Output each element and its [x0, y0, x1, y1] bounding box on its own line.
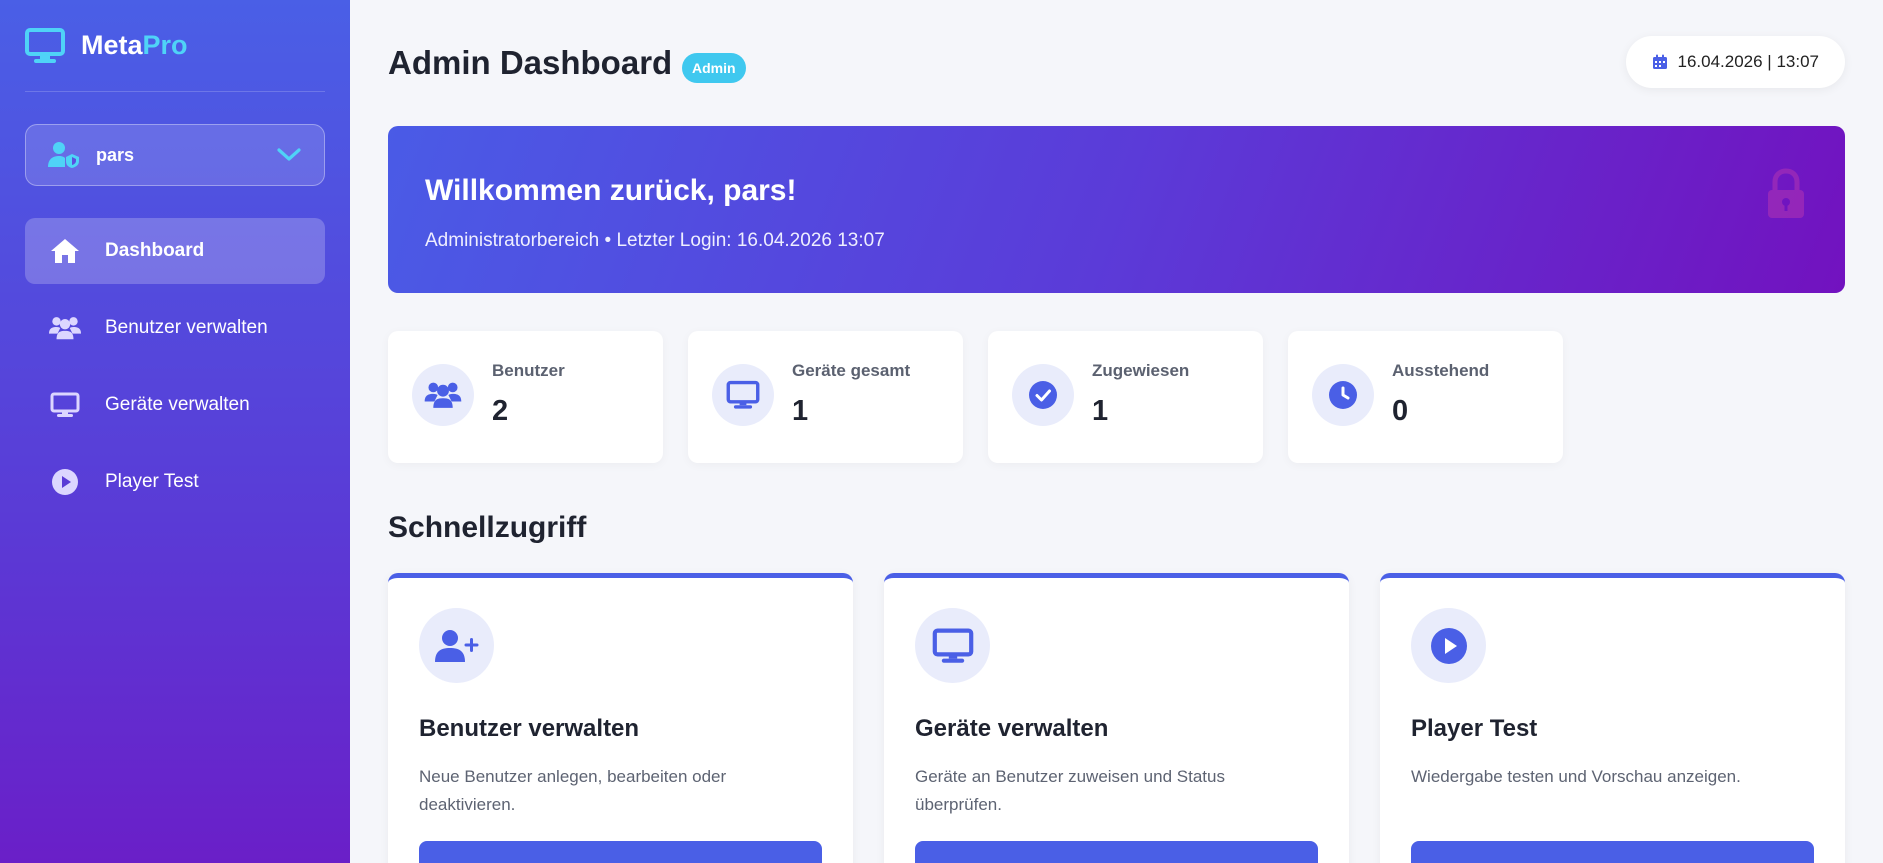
- datetime-display: 16.04.2026 | 13:07: [1625, 36, 1845, 88]
- quick-card-desc: Geräte an Benutzer zuweisen und Status ü…: [915, 767, 1225, 814]
- quick-card-button[interactable]: [419, 841, 822, 863]
- datetime-text: 16.04.2026 | 13:07: [1677, 52, 1820, 71]
- sidebar-item-label: Dashboard: [105, 240, 205, 261]
- sidebar-item-users[interactable]: Benutzer verwalten: [25, 295, 325, 361]
- stat-value: 1: [792, 395, 809, 427]
- user-shield-icon: [48, 142, 79, 168]
- quick-card-button[interactable]: [1411, 841, 1814, 863]
- sidebar: Meta Pro pars Dashboard Benutzer verwalt…: [0, 0, 350, 863]
- brand[interactable]: Meta Pro: [25, 0, 325, 92]
- welcome-subtitle: Administratorbereich • Letzter Login: 16…: [425, 230, 885, 251]
- user-dropdown[interactable]: pars: [25, 124, 325, 186]
- quick-card-title: Player Test: [1411, 715, 1538, 742]
- monitor-logo-icon: [25, 27, 65, 63]
- calendar-icon: [1652, 54, 1667, 69]
- user-plus-icon: [419, 608, 494, 683]
- chevron-down-icon: [277, 148, 301, 161]
- sidebar-nav: Dashboard Benutzer verwalten Geräte verw…: [25, 218, 325, 515]
- stat-card-devices: Geräte gesamt 1: [688, 331, 963, 463]
- quick-card-title: Geräte verwalten: [915, 715, 1109, 742]
- brand-name: Meta: [81, 30, 143, 60]
- quick-access-title: Schnellzugriff: [388, 511, 587, 544]
- sidebar-item-label: Player Test: [105, 471, 199, 492]
- quick-access-cards: Benutzer verwalten Neue Benutzer anlegen…: [388, 573, 1845, 863]
- stats-row: Benutzer 2 Geräte gesamt 1 Zugewiesen 1 …: [388, 331, 1845, 463]
- monitor-icon: [712, 364, 774, 426]
- stat-card-assigned: Zugewiesen 1: [988, 331, 1263, 463]
- quick-card-devices[interactable]: Geräte verwalten Geräte an Benutzer zuwe…: [884, 573, 1349, 863]
- sidebar-item-dashboard[interactable]: Dashboard: [25, 218, 325, 284]
- page-title: Admin Dashboard: [388, 44, 673, 81]
- lock-icon: [1768, 168, 1804, 218]
- sidebar-item-label: Benutzer verwalten: [105, 317, 268, 338]
- stat-label: Benutzer: [492, 361, 565, 380]
- stat-card-pending: Ausstehend 0: [1288, 331, 1563, 463]
- quick-card-title: Benutzer verwalten: [419, 715, 640, 742]
- monitor-icon: [49, 391, 81, 419]
- monitor-icon: [915, 608, 990, 683]
- page-header: Admin Dashboard Admin 16.04.2026 | 13:07: [388, 0, 1845, 126]
- stat-card-users: Benutzer 2: [388, 331, 663, 463]
- current-user-name: pars: [96, 144, 135, 165]
- stat-value: 2: [492, 395, 509, 427]
- quick-card-desc: Neue Benutzer anlegen, bearbeiten oder d…: [419, 767, 727, 814]
- stat-label: Ausstehend: [1392, 361, 1490, 380]
- home-icon: [49, 237, 81, 265]
- quick-card-player-test[interactable]: Player Test Wiedergabe testen und Vorsch…: [1380, 573, 1845, 863]
- stat-label: Zugewiesen: [1092, 361, 1190, 380]
- sidebar-item-player-test[interactable]: Player Test: [25, 449, 325, 515]
- main-content: Admin Dashboard Admin 16.04.2026 | 13:07…: [350, 0, 1883, 863]
- check-circle-icon: [1012, 364, 1074, 426]
- role-badge: Admin: [682, 53, 746, 83]
- sidebar-item-label: Geräte verwalten: [105, 394, 250, 415]
- users-icon: [412, 364, 474, 426]
- stat-value: 0: [1392, 395, 1409, 427]
- users-icon: [49, 314, 81, 342]
- play-icon: [49, 468, 81, 496]
- welcome-banner: Willkommen zurück, pars! Administratorbe…: [388, 126, 1845, 293]
- stat-value: 1: [1092, 395, 1109, 427]
- quick-card-desc: Wiedergabe testen und Vorschau anzeigen.: [1411, 767, 1741, 786]
- quick-card-button[interactable]: [915, 841, 1318, 863]
- welcome-title: Willkommen zurück, pars!: [425, 174, 797, 207]
- play-circle-icon: [1411, 608, 1486, 683]
- clock-icon: [1312, 364, 1374, 426]
- stat-label: Geräte gesamt: [792, 361, 911, 380]
- quick-card-users[interactable]: Benutzer verwalten Neue Benutzer anlegen…: [388, 573, 853, 863]
- sidebar-item-devices[interactable]: Geräte verwalten: [25, 372, 325, 438]
- brand-accent: Pro: [142, 30, 188, 60]
